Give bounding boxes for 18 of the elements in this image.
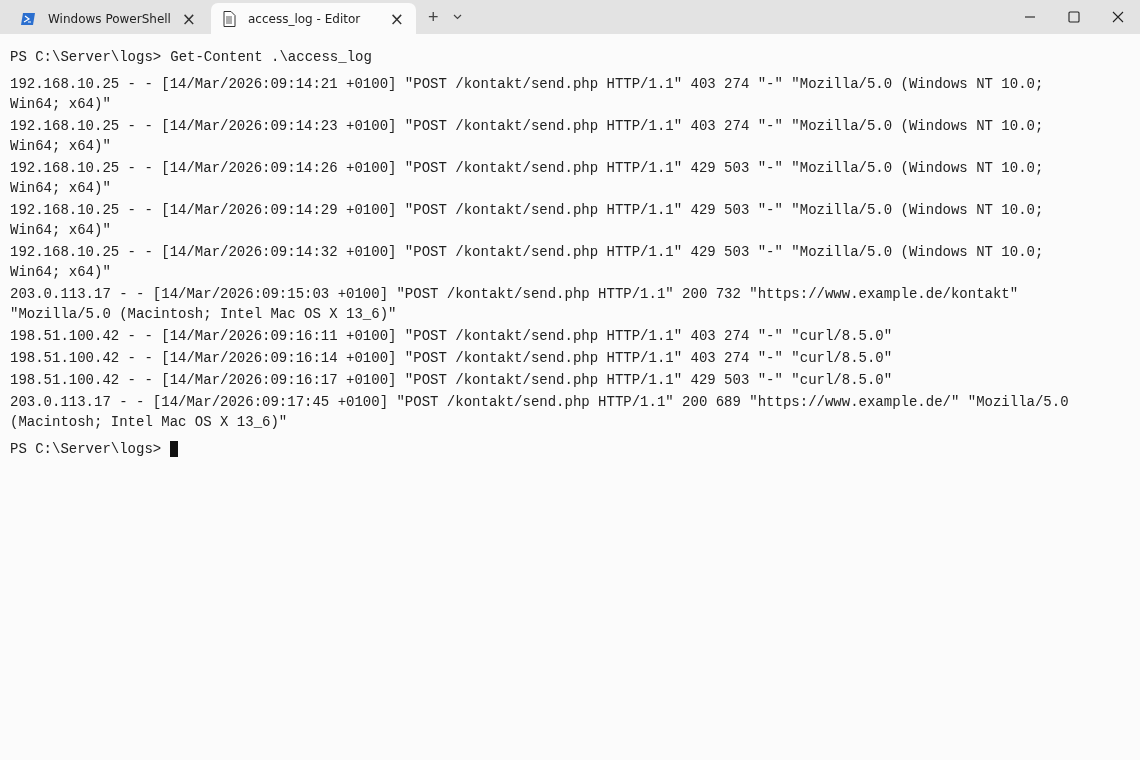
log-line: 192.168.10.25 - - [14/Mar/2026:09:14:29 +0100] "POST /kontakt/send.php HTTP/1.1" 429 503 "-" "Mozilla/5.0 (Windows NT 10.0; Win64; x64)" xyxy=(10,201,1045,240)
log-line: 198.51.100.42 - - [14/Mar/2026:09:16:14 +0100] "POST /kontakt/send.php HTTP/1.1" 403 274 "-" "curl/8.5.0" xyxy=(10,349,894,368)
prompt: PS C:\Server\logs> xyxy=(10,49,162,65)
log-line: 192.168.10.25 - - [14/Mar/2026:09:14:32 +0100] "POST /kontakt/send.php HTTP/1.1" 429 503 "-" "Mozilla/5.0 (Windows NT 10.0; Win64; x64)" xyxy=(10,243,1045,282)
log-line: 192.168.10.25 - - [14/Mar/2026:09:14:26 +0100] "POST /kontakt/send.php HTTP/1.1" 429 503 "-" "Mozilla/5.0 (Windows NT 10.0; Win64; x64)" xyxy=(10,159,1045,198)
log-line: 203.0.113.17 - - [14/Mar/2026:09:15:03 +0100] "POST /kontakt/send.php HTTP/1.1" 200 732 "https://www.example.de/kontakt" "Mozilla/5.0 (Macintosh; Intel Mac OS X 13_6)" xyxy=(10,285,1020,324)
prompt: PS C:\Server\logs> xyxy=(10,441,162,457)
log-line: 198.51.100.42 - - [14/Mar/2026:09:16:17 +0100] "POST /kontakt/send.php HTTP/1.1" 429 503 "-" "curl/8.5.0" xyxy=(10,371,894,390)
close-tab-button[interactable]: × xyxy=(385,8,408,29)
log-line: 192.168.10.25 - - [14/Mar/2026:09:14:21 +0100] "POST /kontakt/send.php HTTP/1.1" 403 274 "-" "Mozilla/5.0 (Windows NT 10.0; Win64; x64)" xyxy=(10,75,1045,114)
log-line: 192.168.10.25 - - [14/Mar/2026:09:14:23 +0100] "POST /kontakt/send.php HTTP/1.1" 403 274 "-" "Mozilla/5.0 (Windows NT 10.0; Win64; x64)" xyxy=(10,117,1045,156)
log-line: 203.0.113.17 - - [14/Mar/2026:09:17:45 +0100] "POST /kontakt/send.php HTTP/1.1" 200 689 "https://www.example.de/" "Mozilla/5.0 (Macintosh; Intel Mac OS X 13_6)" xyxy=(10,393,1070,432)
tab[interactable]: Windows PowerShell × xyxy=(8,3,208,34)
log-line: 198.51.100.42 - - [14/Mar/2026:09:16:11 +0100] "POST /kontakt/send.php HTTP/1.1" 403 274 "-" "curl/8.5.0" xyxy=(10,327,894,346)
new-tab-button[interactable]: + xyxy=(424,6,443,28)
command: Get-Content .\access_log xyxy=(170,49,372,65)
tab[interactable]: access_log - Editor × xyxy=(211,3,416,34)
close-tab-button[interactable]: × xyxy=(177,8,200,29)
